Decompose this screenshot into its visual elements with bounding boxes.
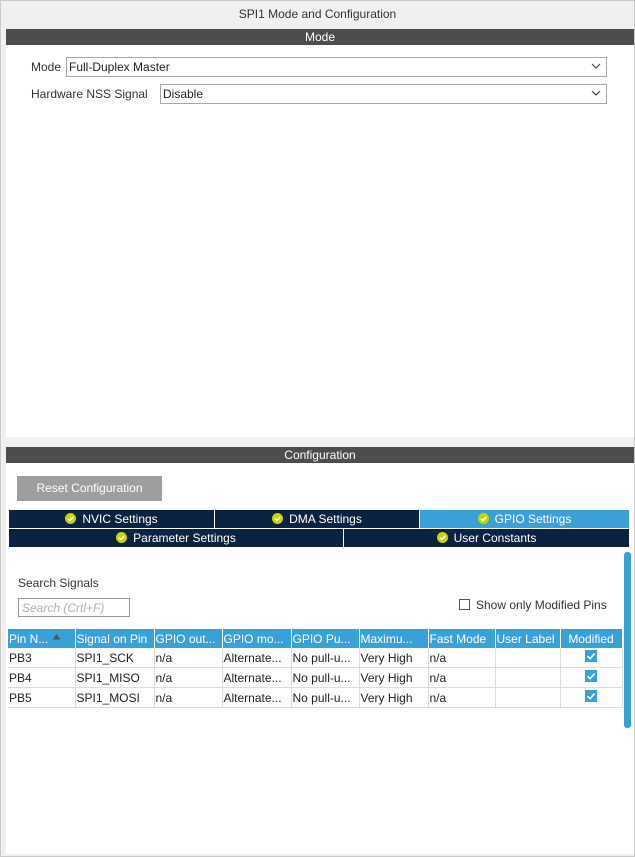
show-modified-checkbox[interactable] <box>459 599 470 610</box>
tab-label: User Constants <box>453 531 537 545</box>
cell-signal: SPI1_MOSI <box>75 687 155 708</box>
sort-ascending-icon <box>52 633 61 639</box>
cell-pin: PB4 <box>8 667 76 688</box>
checkbox-checked-icon <box>585 690 597 702</box>
tab-parameter-settings[interactable]: Parameter Settings <box>9 529 343 547</box>
chevron-down-icon <box>591 90 601 96</box>
nss-label: Hardware NSS Signal <box>31 87 148 101</box>
mode-select[interactable]: Full-Duplex Master <box>66 57 607 77</box>
cell-gpio-mode: Alternate... <box>222 648 292 668</box>
cell-max-speed: Very High <box>359 648 429 668</box>
gpio-table: Pin N... Signal on Pin GPIO out... GPIO … <box>8 629 623 708</box>
cell-fast-mode: n/a <box>428 687 496 708</box>
tab-label: NVIC Settings <box>82 512 158 526</box>
check-circle-icon <box>116 532 128 544</box>
cell-fast-mode: n/a <box>428 648 496 668</box>
cell-gpio-pull: No pull-u... <box>291 667 360 688</box>
mode-select-value: Full-Duplex Master <box>69 60 170 74</box>
cell-max-speed: Very High <box>359 687 429 708</box>
mode-header: Mode <box>6 29 634 45</box>
cell-gpio-mode: Alternate... <box>222 667 292 688</box>
column-header-fast-mode[interactable]: Fast Mode <box>428 629 496 648</box>
tab-gpio-settings[interactable]: GPIO Settings <box>420 510 629 528</box>
cell-gpio-output: n/a <box>154 667 223 688</box>
cell-pin: PB3 <box>8 648 76 668</box>
tab-user-constants[interactable]: User Constants <box>344 529 629 547</box>
checkbox-checked-icon <box>585 650 597 662</box>
window-title: SPI1 Mode and Configuration <box>238 7 397 21</box>
reset-configuration-button[interactable]: Reset Configuration <box>17 476 162 501</box>
cell-signal: SPI1_MISO <box>75 667 155 688</box>
cell-modified <box>560 667 623 688</box>
vertical-scrollbar[interactable] <box>624 552 631 728</box>
column-header-gpio-mode[interactable]: GPIO mo... <box>222 629 292 648</box>
cell-fast-mode: n/a <box>428 667 496 688</box>
table-row[interactable]: PB4 SPI1_MISO n/a Alternate... No pull-u… <box>8 667 623 688</box>
column-header-max-speed[interactable]: Maximu... <box>359 629 429 648</box>
nss-select[interactable]: Disable <box>160 84 607 104</box>
check-circle-icon <box>477 513 489 525</box>
window-frame: SPI1 Mode and Configuration Mode Mode Fu… <box>0 0 635 857</box>
cell-max-speed: Very High <box>359 667 429 688</box>
column-header-signal[interactable]: Signal on Pin <box>75 629 155 648</box>
tab-label: GPIO Settings <box>494 512 572 526</box>
column-header-user-label[interactable]: User Label <box>495 629 561 648</box>
cell-gpio-pull: No pull-u... <box>291 687 360 708</box>
header-label: Pin N... <box>9 631 49 646</box>
cell-gpio-pull: No pull-u... <box>291 648 360 668</box>
column-header-pin[interactable]: Pin N... <box>8 629 76 648</box>
cell-user-label[interactable] <box>495 687 561 708</box>
show-modified-label: Show only Modified Pins <box>476 598 607 612</box>
search-input[interactable] <box>18 598 130 617</box>
table-header-row: Pin N... Signal on Pin GPIO out... GPIO … <box>8 629 623 648</box>
cell-signal: SPI1_SCK <box>75 648 155 668</box>
cell-pin: PB5 <box>8 687 76 708</box>
chevron-down-icon <box>591 63 601 69</box>
cell-gpio-mode: Alternate... <box>222 687 292 708</box>
nss-select-value: Disable <box>163 87 204 101</box>
search-signals-label: Search Signals <box>18 576 99 590</box>
check-circle-icon <box>436 532 448 544</box>
check-circle-icon <box>272 513 284 525</box>
table-row[interactable]: PB3 SPI1_SCK n/a Alternate... No pull-u.… <box>8 648 623 668</box>
check-circle-icon <box>65 513 77 525</box>
cell-user-label[interactable] <box>495 648 561 668</box>
cell-user-label[interactable] <box>495 667 561 688</box>
mode-label: Mode <box>31 60 62 74</box>
tab-label: Parameter Settings <box>133 531 236 545</box>
configuration-header: Configuration <box>6 447 634 463</box>
table-row[interactable]: PB5 SPI1_MOSI n/a Alternate... No pull-u… <box>8 687 623 708</box>
tab-dma-settings[interactable]: DMA Settings <box>215 510 419 528</box>
column-header-modified[interactable]: Modified <box>560 629 623 648</box>
cell-modified <box>560 687 623 708</box>
checkbox-checked-icon <box>585 670 597 682</box>
column-header-gpio-output[interactable]: GPIO out... <box>154 629 223 648</box>
tab-nvic-settings[interactable]: NVIC Settings <box>9 510 214 528</box>
tab-label: DMA Settings <box>289 512 362 526</box>
cell-modified <box>560 648 623 668</box>
cell-gpio-output: n/a <box>154 687 223 708</box>
cell-gpio-output: n/a <box>154 648 223 668</box>
column-header-gpio-pull[interactable]: GPIO Pu... <box>291 629 360 648</box>
